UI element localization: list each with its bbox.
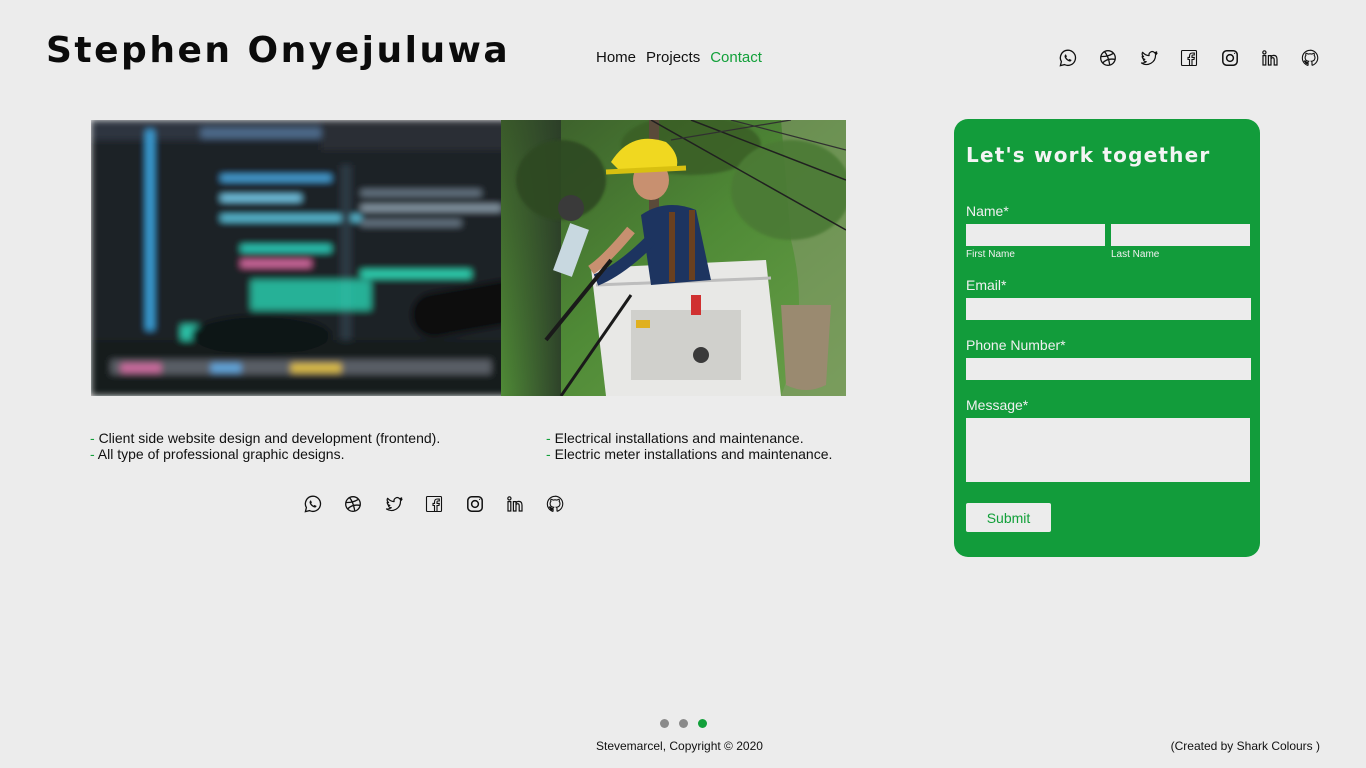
last-name-input[interactable] [1111, 224, 1250, 246]
first-name-label: First Name [966, 249, 1015, 260]
carousel-dot[interactable] [679, 719, 688, 728]
carousel-dot[interactable] [660, 719, 669, 728]
twitter-icon[interactable] [384, 494, 404, 514]
bullet-dash: - [90, 430, 99, 446]
service-item: - Electric meter installations and maint… [546, 446, 833, 462]
site-logo[interactable]: Stephen Onyejuluwa [46, 30, 510, 71]
email-label: Email* [966, 277, 1007, 293]
whatsapp-icon[interactable] [303, 494, 323, 514]
phone-label: Phone Number* [966, 337, 1066, 353]
nav-projects[interactable]: Projects [646, 49, 700, 66]
carousel-dots [660, 719, 707, 728]
services-left: - Client side website design and develop… [90, 430, 440, 462]
header-social-links [1058, 48, 1320, 68]
credit-text: (Created by Shark Colours ) [1170, 739, 1320, 753]
service-item: - All type of professional graphic desig… [90, 446, 345, 462]
main-nav: Home Projects Contact [596, 49, 762, 66]
whatsapp-icon[interactable] [1058, 48, 1078, 68]
first-name-input[interactable] [966, 224, 1105, 246]
linkedin-icon[interactable] [505, 494, 525, 514]
service-item: - Electrical installations and maintenan… [546, 430, 804, 446]
message-label: Message* [966, 397, 1029, 413]
github-icon[interactable] [545, 494, 565, 514]
bullet-dash: - [546, 430, 555, 446]
name-label: Name* [966, 203, 1009, 219]
contact-form-card: Let's work together Name* First Name Las… [954, 119, 1260, 557]
service-item: - Client side website design and develop… [90, 430, 441, 446]
last-name-label: Last Name [1111, 249, 1160, 260]
contact-title: Let's work together [966, 143, 1211, 167]
twitter-icon[interactable] [1139, 48, 1159, 68]
phone-field[interactable] [966, 358, 1251, 380]
hero-image [91, 120, 846, 396]
bullet-dash: - [90, 446, 98, 462]
facebook-icon[interactable] [1179, 48, 1199, 68]
dribbble-icon[interactable] [1098, 48, 1118, 68]
submit-button[interactable]: Submit [966, 503, 1051, 532]
carousel-dot-active[interactable] [698, 719, 707, 728]
instagram-icon[interactable] [465, 494, 485, 514]
nav-contact[interactable]: Contact [710, 49, 762, 66]
services-right: - Electrical installations and maintenan… [546, 430, 832, 462]
linkedin-icon[interactable] [1260, 48, 1280, 68]
content-social-links [303, 494, 565, 514]
instagram-icon[interactable] [1220, 48, 1240, 68]
facebook-icon[interactable] [424, 494, 444, 514]
github-icon[interactable] [1300, 48, 1320, 68]
email-field[interactable] [966, 298, 1251, 320]
bullet-dash: - [546, 446, 555, 462]
nav-home[interactable]: Home [596, 49, 636, 66]
copyright-text: Stevemarcel, Copyright © 2020 [596, 739, 763, 753]
message-field[interactable] [966, 418, 1250, 482]
dribbble-icon[interactable] [343, 494, 363, 514]
